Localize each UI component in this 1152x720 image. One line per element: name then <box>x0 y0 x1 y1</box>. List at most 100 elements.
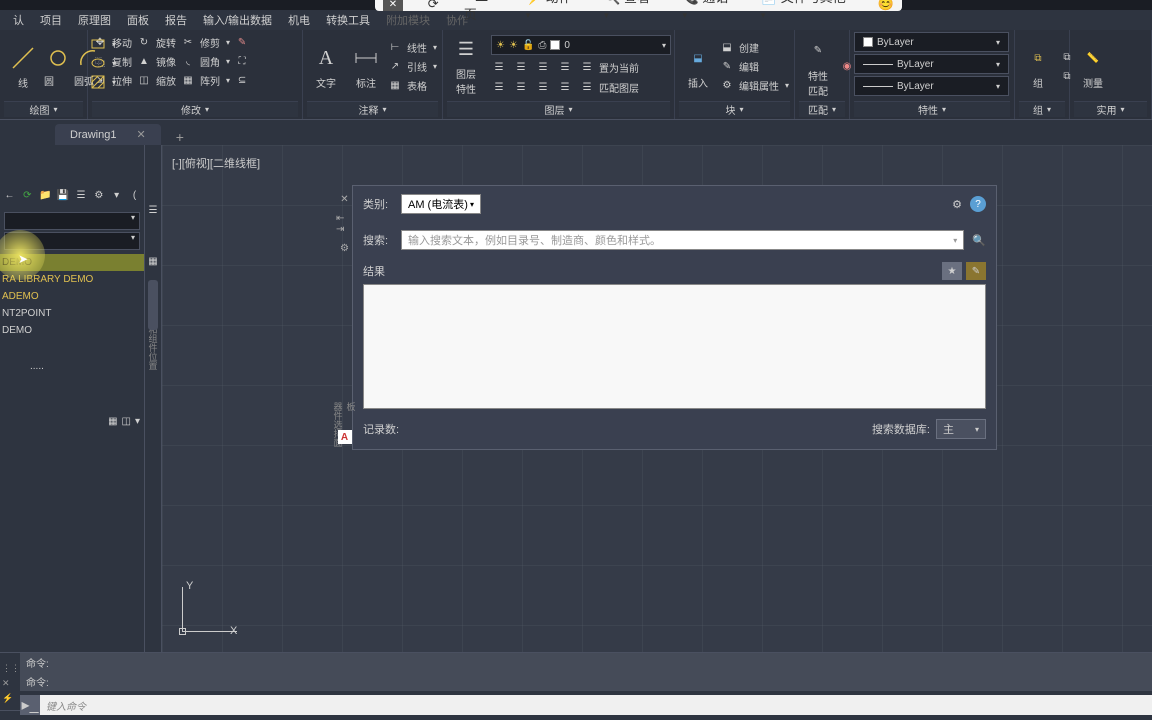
edit-button[interactable]: ✎编辑 <box>719 59 789 75</box>
palette-icon[interactable]: ▦ <box>148 256 157 267</box>
more-icon[interactable]: ( <box>127 186 142 204</box>
trim-button[interactable]: ✂修剪▾ <box>180 34 230 50</box>
leader-button[interactable]: ↗引线▾ <box>387 59 437 75</box>
menu-item[interactable]: 机电 <box>280 9 318 31</box>
linetype-dropdown[interactable]: ByLayer▾ <box>854 54 1009 74</box>
text-button[interactable]: A文字 <box>307 41 345 92</box>
search-icon[interactable]: 🔍 <box>972 234 986 247</box>
group-button[interactable]: ⧉组 <box>1019 41 1057 92</box>
refresh-icon[interactable]: ⟳ <box>20 186 35 204</box>
db-dropdown[interactable]: 主 ▾ <box>936 419 986 439</box>
attr-button[interactable]: ⚙编辑属性▾ <box>719 78 789 94</box>
list-item[interactable]: DEMO <box>0 254 144 271</box>
view-icon[interactable]: ◫ <box>122 416 131 427</box>
panel-name-group[interactable]: 组 <box>1019 101 1065 117</box>
home-button[interactable]: ⌂ 主页 <box>464 0 501 23</box>
panel-name-annot[interactable]: 注释 <box>307 101 438 117</box>
menu-item[interactable]: 报告 <box>157 9 195 31</box>
cmd-input[interactable]: 键入命令 <box>40 698 1152 713</box>
action-button[interactable]: ⚡ 动作 ▾ <box>526 0 579 21</box>
layer-dropdown[interactable]: ☀ ☀ 🔓 ⎙ 0 ▾ <box>491 35 671 55</box>
menu-item[interactable]: 输入/输出数据 <box>195 9 280 31</box>
refresh-icon[interactable]: ⟳ <box>428 0 439 12</box>
rotate-button[interactable]: ↻旋转 <box>136 34 176 50</box>
matchprop-button[interactable]: ✎特性 匹配 <box>799 34 837 100</box>
set-current-button[interactable]: ☰置为当前 <box>579 59 639 75</box>
close-icon[interactable]: ✕ <box>383 0 403 11</box>
list-item[interactable]: ADEMO <box>0 288 144 305</box>
offset-button[interactable]: ⊆ <box>234 72 250 88</box>
dim-button[interactable]: 标注 <box>347 41 385 92</box>
gear-icon[interactable]: ⚙ <box>340 243 349 254</box>
menu-item[interactable]: 认 <box>5 9 32 31</box>
close-icon[interactable]: ✕ <box>2 678 18 689</box>
panel-name-block[interactable]: 块 <box>679 101 790 117</box>
layer-props-button[interactable]: ☰图层 特性 <box>447 32 485 98</box>
save-icon[interactable]: 💾 <box>56 186 71 204</box>
palette-icon[interactable]: ☰ <box>149 205 158 216</box>
line-button[interactable]: 线 <box>4 41 42 92</box>
linear-button[interactable]: ⊢线性▾ <box>387 40 437 56</box>
rect-button[interactable]: ▾ <box>90 36 116 52</box>
results-area[interactable] <box>363 284 986 409</box>
folder-icon[interactable]: 📁 <box>38 186 53 204</box>
add-tab-button[interactable]: + <box>176 129 184 145</box>
menu-item[interactable]: 原理图 <box>70 9 119 31</box>
menu-item[interactable]: 项目 <box>32 9 70 31</box>
panel-name-layer[interactable]: 图层 <box>447 101 670 117</box>
list-item[interactable]: DEMO <box>0 322 144 339</box>
close-icon[interactable]: ✕ <box>136 128 145 141</box>
layer-lock-button[interactable]: ☰ <box>557 59 573 75</box>
panel-name-draw[interactable]: 绘图 <box>4 101 83 117</box>
erase-button[interactable]: ✎ <box>234 34 250 50</box>
panel-name-util[interactable]: 实用 <box>1074 101 1147 117</box>
insert-button[interactable]: ⬓插入 <box>679 41 717 92</box>
help-icon[interactable]: ? <box>970 196 986 212</box>
splitter-handle[interactable] <box>148 280 158 330</box>
options-icon[interactable]: ⚡ <box>2 693 18 704</box>
favorite-icon[interactable]: ★ <box>942 262 962 280</box>
grip-icon[interactable]: ⋮⋮ <box>2 663 18 674</box>
scale-button[interactable]: ◫缩放 <box>136 72 176 88</box>
pin-icon[interactable]: ⇤ ⇥ <box>336 213 353 235</box>
layer-button[interactable]: ☰ <box>491 79 507 95</box>
layer-button[interactable]: ☰ <box>557 79 573 95</box>
match-layer-button[interactable]: ☰匹配图层 <box>579 79 639 95</box>
menu-item[interactable]: 转换工具 <box>318 9 378 31</box>
array-button[interactable]: ▦阵列▾ <box>180 72 230 88</box>
list-item[interactable]: NT2POINT <box>0 305 144 322</box>
cfg-icon[interactable]: ⚙ <box>91 186 106 204</box>
dropdown-icon[interactable]: ▾ <box>135 416 140 427</box>
layer-freeze-button[interactable]: ☰ <box>535 59 551 75</box>
doc-tab-drawing1[interactable]: Drawing1 ✕ <box>55 124 161 145</box>
measure-button[interactable]: 📏测量 <box>1074 41 1112 92</box>
color-dropdown[interactable]: ByLayer▾ <box>854 32 1009 52</box>
layer-off-button[interactable]: ☰ <box>513 59 529 75</box>
emoji-icon[interactable]: 😊 <box>878 0 894 12</box>
panel-name-props[interactable]: 特性 <box>854 101 1010 117</box>
explode-button[interactable]: ⛶ <box>234 53 250 69</box>
find-button[interactable]: 🔍 查看 ▾ <box>604 0 657 21</box>
ellipse-button[interactable]: ▾ <box>90 55 116 71</box>
edit-icon[interactable]: ✎ <box>966 262 986 280</box>
table-button[interactable]: ▦表格 <box>387 78 437 94</box>
menu-item[interactable]: 面板 <box>119 9 157 31</box>
hatch-button[interactable]: ▾ <box>90 74 116 90</box>
layer-button[interactable]: ☰ <box>535 79 551 95</box>
sidebar-dropdown1[interactable]: ▾ <box>4 212 140 230</box>
mirror-button[interactable]: ▲镜像 <box>136 53 176 69</box>
drawing-canvas[interactable]: [-][俯视][二维线框] ✕ ⇤ ⇥ ⚙ 器件选择面板 A 类别: AM (电… <box>162 145 1152 652</box>
menu-item[interactable]: 附加模块 <box>378 9 438 31</box>
panel-name-match[interactable]: 匹配 <box>799 101 845 117</box>
category-dropdown[interactable]: AM (电流表) ▾ <box>401 194 481 214</box>
fillet-button[interactable]: ◟圆角▾ <box>180 53 230 69</box>
dropdown-icon[interactable]: ▾ <box>109 186 124 204</box>
gear-icon[interactable]: ⚙ <box>952 198 962 211</box>
circle-button[interactable] <box>44 46 72 70</box>
panel-name-modify[interactable]: 修改 <box>92 101 298 117</box>
tree-icon[interactable]: ☰ <box>74 186 89 204</box>
close-icon[interactable]: ✕ <box>340 194 348 205</box>
create-button[interactable]: ⬓创建 <box>719 40 789 56</box>
view-icon[interactable]: ▦ <box>108 416 117 427</box>
lineweight-dropdown[interactable]: ByLayer▾ <box>854 76 1009 96</box>
